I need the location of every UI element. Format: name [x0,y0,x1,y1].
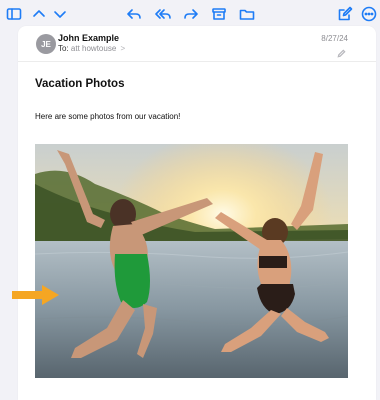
toolbar [0,0,380,28]
recipient-line[interactable]: To: att howtouse > [58,44,125,53]
archive-icon[interactable] [211,6,227,22]
to-label: To: [58,44,69,53]
message-card: JE John Example To: att howtouse > 8/27/… [18,26,376,400]
markup-icon[interactable] [337,45,346,58]
avatar[interactable]: JE [36,34,56,54]
folder-icon[interactable] [239,6,255,22]
sidebar-icon[interactable] [6,6,22,22]
message-header: JE John Example To: att howtouse > 8/27/… [18,26,376,62]
message-body: Here are some photos from our vacation! [35,112,181,121]
message-subject: Vacation Photos [35,78,125,90]
message-date: 8/27/24 [321,34,348,43]
recipient-name: att howtouse [70,44,117,53]
more-icon[interactable] [361,6,377,22]
arrow-right-icon [12,284,60,306]
chevron-down-icon[interactable] [52,6,68,22]
chevron-right-icon: > [120,44,126,53]
sender-name[interactable]: John Example [58,33,119,43]
attached-photo[interactable] [35,144,348,378]
forward-icon[interactable] [183,6,199,22]
reply-all-icon[interactable] [155,6,171,22]
chevron-up-icon[interactable] [31,6,47,22]
compose-icon[interactable] [337,6,353,22]
reply-icon[interactable] [126,6,142,22]
